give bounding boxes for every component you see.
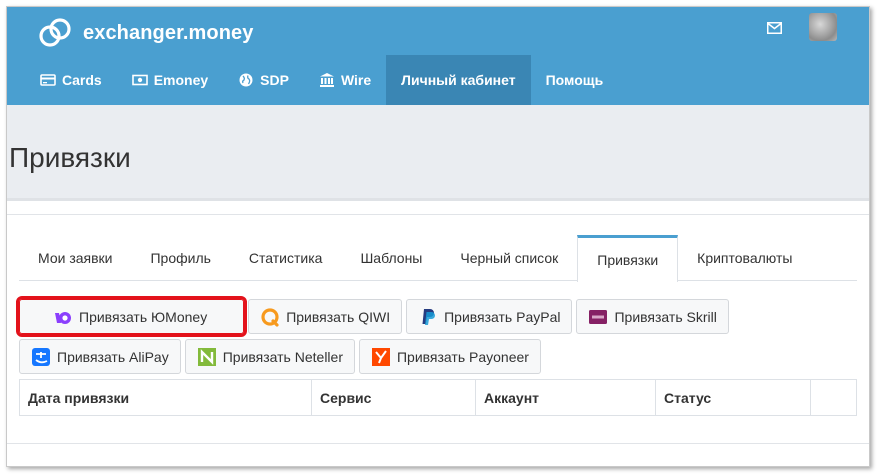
yoomoney-icon [53,307,73,327]
nav-wire-label: Wire [340,72,372,88]
bind-buttons-row-1: Привязать ЮMoney Привязать QIWI Привязат… [15,296,733,337]
bind-qiwi-button[interactable]: Привязать QIWI [248,299,403,334]
browser-frame: exchanger.money Cards Emoney SDP Wire Ли… [6,6,870,467]
nav-emoney[interactable]: Emoney [117,55,223,105]
tab-bindings[interactable]: Привязки [577,235,679,282]
bind-paypal-button[interactable]: Привязать PayPal [406,299,573,334]
title-band: Привязки [7,105,869,201]
tab-my-orders[interactable]: Мои заявки [19,235,131,281]
nav-personal-account-label: Личный кабинет [401,72,516,88]
brand-logo[interactable]: exchanger.money [37,16,253,50]
column-status[interactable]: Статус [656,380,811,415]
avatar[interactable] [809,13,837,41]
top-bar: exchanger.money Cards Emoney SDP Wire Ли… [7,7,869,105]
bind-qiwi-label: Привязать QIWI [286,308,391,325]
envelope-icon[interactable] [767,22,782,34]
payoneer-icon [371,347,391,367]
neteller-icon [197,347,217,367]
bind-payoneer-label: Привязать Payoneer [396,348,529,365]
tab-crypto[interactable]: Криптовалюты [678,235,811,281]
bind-buttons-row-2: Привязать AliPay Привязать Neteller Прив… [19,339,545,374]
tab-profile[interactable]: Профиль [131,235,229,281]
skrill-icon [588,307,608,327]
bind-alipay-label: Привязать AliPay [57,348,169,365]
tab-blacklist[interactable]: Черный список [441,235,577,281]
bank-icon [319,73,334,87]
link-rings-icon [39,18,71,47]
card-icon [40,74,56,86]
bind-neteller-button[interactable]: Привязать Neteller [184,339,355,374]
nav-emoney-label: Emoney [153,72,209,88]
nav-cards[interactable]: Cards [25,55,117,105]
nav-sdp[interactable]: SDP [223,55,304,105]
tab-statistics[interactable]: Статистика [230,235,342,281]
bind-paypal-label: Привязать PayPal [444,308,561,325]
bindings-table-header: Дата привязки Сервис Аккаунт Статус [19,379,857,416]
bind-neteller-label: Привязать Neteller [222,348,343,365]
bind-alipay-button[interactable]: Привязать AliPay [19,339,181,374]
bind-payoneer-button[interactable]: Привязать Payoneer [358,339,541,374]
account-tabs: Мои заявки Профиль Статистика Шаблоны Че… [19,235,857,282]
column-service[interactable]: Сервис [312,380,476,415]
column-bind-date[interactable]: Дата привязки [20,380,312,415]
nav-help-label: Помощь [545,72,604,88]
page-title: Привязки [9,142,131,173]
alipay-icon [31,347,51,367]
tab-templates[interactable]: Шаблоны [341,235,441,281]
main-nav: Cards Emoney SDP Wire Личный кабинет Пом… [25,55,618,105]
qiwi-icon [260,307,280,327]
bind-skrill-label: Привязать Skrill [614,308,717,325]
nav-help[interactable]: Помощь [531,55,619,105]
globe-icon [239,73,253,87]
nav-personal-account[interactable]: Личный кабинет [386,55,531,105]
money-icon [131,74,148,86]
nav-cards-label: Cards [62,72,102,88]
content-card: Мои заявки Профиль Статистика Шаблоны Че… [7,214,869,444]
bind-yoomoney-label: Привязать ЮMoney [79,308,208,325]
nav-wire[interactable]: Wire [304,55,386,105]
bind-skrill-button[interactable]: Привязать Skrill [576,299,729,334]
brand-name: exchanger.money [83,21,254,44]
nav-sdp-label: SDP [260,72,289,88]
paypal-icon [418,307,438,327]
column-account[interactable]: Аккаунт [476,380,656,415]
bind-yoomoney-button[interactable]: Привязать ЮMoney [15,296,248,337]
column-actions [811,380,856,415]
